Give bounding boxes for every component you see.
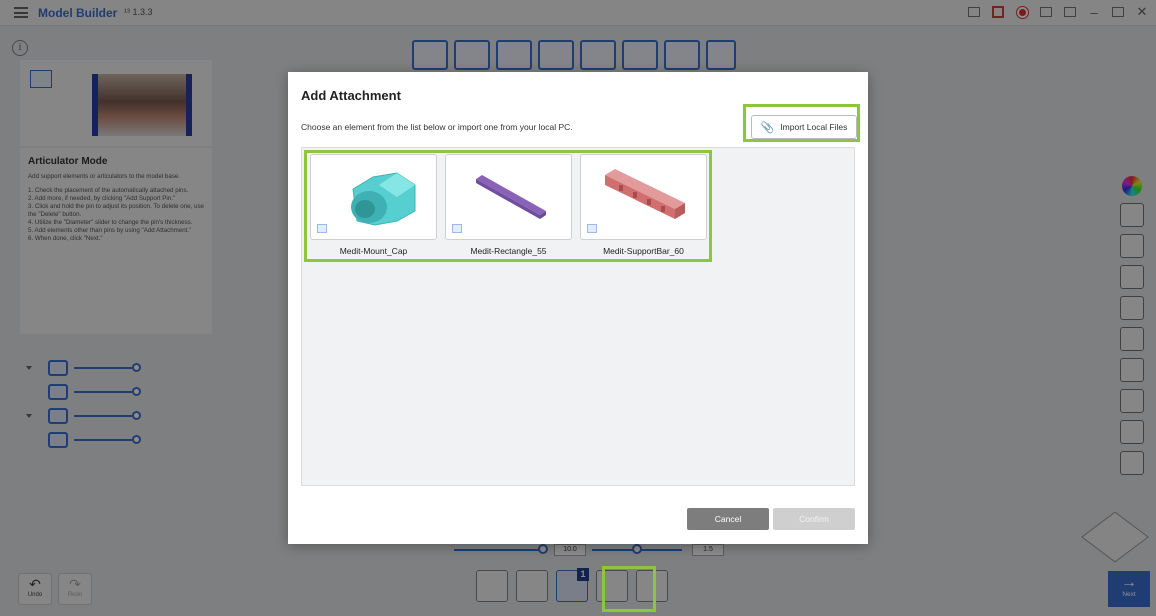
attachment-thumbnail[interactable] <box>310 154 437 240</box>
confirm-button[interactable]: Confirm <box>773 508 855 530</box>
attachment-name: Medit-Rectangle_55 <box>470 246 547 256</box>
add-attachment-dialog: Add Attachment Choose an element from th… <box>288 72 868 544</box>
attachment-item[interactable]: Medit-Mount_Cap <box>310 154 437 256</box>
attachment-name: Medit-SupportBar_60 <box>603 246 684 256</box>
attachment-item[interactable]: Medit-Rectangle_55 <box>445 154 572 256</box>
rectangle-model-icon <box>476 175 546 219</box>
supportbar-model-icon <box>605 169 685 219</box>
dialog-subtitle: Choose an element from the list below or… <box>301 122 573 132</box>
attachment-list: Medit-Mount_Cap Medit-Rectangle_55 Medit… <box>301 147 855 486</box>
attachment-name: Medit-Mount_Cap <box>339 246 408 256</box>
model-badge-icon <box>452 224 462 233</box>
attachment-thumbnail[interactable] <box>445 154 572 240</box>
paperclip-icon: 📎 <box>760 120 775 134</box>
mount-cap-model-icon <box>351 172 416 226</box>
model-badge-icon <box>587 224 597 233</box>
cancel-button[interactable]: Cancel <box>687 508 769 530</box>
model-badge-icon <box>317 224 327 233</box>
import-local-files-button[interactable]: 📎 Import Local Files <box>751 115 857 139</box>
attachment-thumbnail[interactable] <box>580 154 707 240</box>
import-label: Import Local Files <box>780 122 848 132</box>
dialog-title: Add Attachment <box>301 88 401 103</box>
attachment-item[interactable]: Medit-SupportBar_60 <box>580 154 707 256</box>
